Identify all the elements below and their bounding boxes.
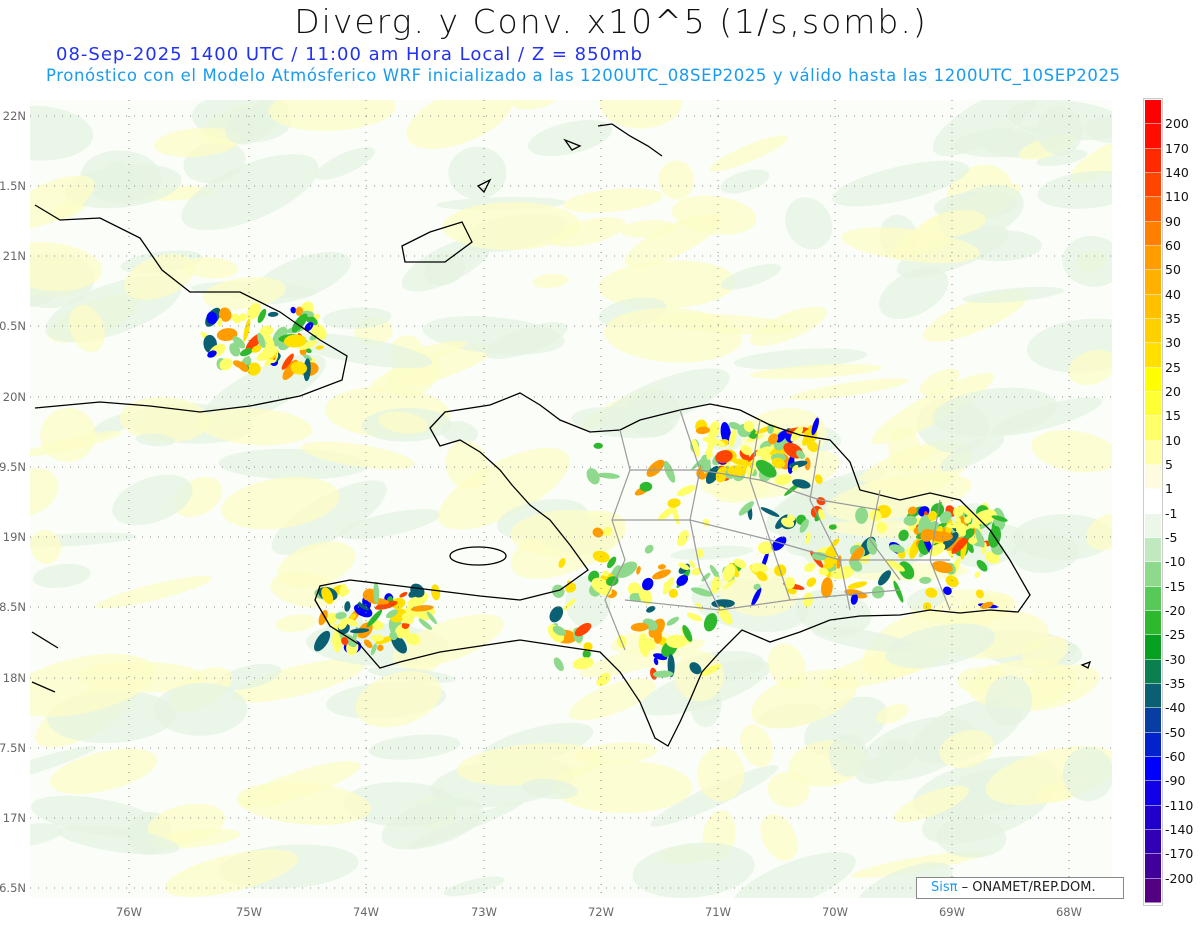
divergence-map: 76W 75W 74W 73W 72W 71W 70W 69W 68W 22N 1.5N 21N 0.5… xyxy=(0,100,1112,919)
lat-label: 6.5N xyxy=(0,881,26,895)
field-cell xyxy=(370,634,384,642)
lon-label: 75W xyxy=(236,905,262,919)
colorbar-label: -170 xyxy=(1165,846,1194,862)
lon-label: 74W xyxy=(353,905,379,919)
lon-label: 73W xyxy=(471,905,497,919)
colorbar-label: 60 xyxy=(1165,237,1181,253)
colorbar-frame xyxy=(1143,98,1163,906)
lat-label: 17N xyxy=(3,811,26,825)
lat-label: 9.5N xyxy=(0,460,26,474)
lon-label: 76W xyxy=(116,905,142,919)
colorbar-label: -50 xyxy=(1165,724,1186,740)
lon-label: 69W xyxy=(939,905,965,919)
colorbar-label: 170 xyxy=(1165,140,1189,156)
colorbar-label: 20 xyxy=(1165,383,1181,399)
lat-label: 1.5N xyxy=(0,179,26,193)
lat-label: 22N xyxy=(3,109,26,123)
lat-label: 21N xyxy=(3,249,26,263)
colorbar-label: -5 xyxy=(1165,529,1178,545)
colorbar-label: -35 xyxy=(1165,675,1186,691)
colorbar-label: -25 xyxy=(1165,627,1186,643)
colorbar-label: 10 xyxy=(1165,432,1181,448)
lat-label: 8.5N xyxy=(0,600,26,614)
colorbar-label: 25 xyxy=(1165,359,1181,375)
lat-label: 20N xyxy=(3,390,26,404)
colorbar-label: -1 xyxy=(1165,505,1178,521)
lat-label: 19N xyxy=(3,530,26,544)
colorbar-label: 110 xyxy=(1165,189,1189,205)
colorbar-label: 50 xyxy=(1165,262,1181,278)
sispi-brand: Sisπ xyxy=(931,880,958,895)
colorbar-label: -40 xyxy=(1165,700,1186,716)
credit-text: – ONAMET/REP.DOM. xyxy=(961,880,1096,895)
field-cell xyxy=(593,442,603,449)
colorbar-label: 5 xyxy=(1165,456,1173,472)
lon-label: 72W xyxy=(588,905,614,919)
colorbar-label: 30 xyxy=(1165,335,1181,351)
lon-label: 70W xyxy=(822,905,848,919)
colorbar-label: 15 xyxy=(1165,408,1181,424)
colorbar-label: 140 xyxy=(1165,164,1189,180)
colorbar-label: -90 xyxy=(1165,773,1186,789)
lat-label: 0.5N xyxy=(0,319,26,333)
lon-label: 71W xyxy=(705,905,731,919)
credit-box: Sisπ – ONAMET/REP.DOM. xyxy=(916,877,1124,899)
colorbar-label: -200 xyxy=(1165,870,1194,886)
colorbar-label: -60 xyxy=(1165,748,1186,764)
colorbar-label: -15 xyxy=(1165,578,1186,594)
colorbar-label: -30 xyxy=(1165,651,1186,667)
colorbar-label: -20 xyxy=(1165,602,1186,618)
colorbar-label: 90 xyxy=(1165,213,1181,229)
lat-label: 7.5N xyxy=(0,741,26,755)
lat-label: 18N xyxy=(3,671,26,685)
colorbar-label: 200 xyxy=(1165,116,1189,132)
colorbar-label: -140 xyxy=(1165,821,1194,837)
colorbar-label: 40 xyxy=(1165,286,1181,302)
colorbar-label: 35 xyxy=(1165,310,1181,326)
lon-label: 68W xyxy=(1056,905,1082,919)
colorbar-label: -110 xyxy=(1165,797,1194,813)
colorbar-label: 1 xyxy=(1165,481,1173,497)
colorbar-label: -10 xyxy=(1165,554,1186,570)
